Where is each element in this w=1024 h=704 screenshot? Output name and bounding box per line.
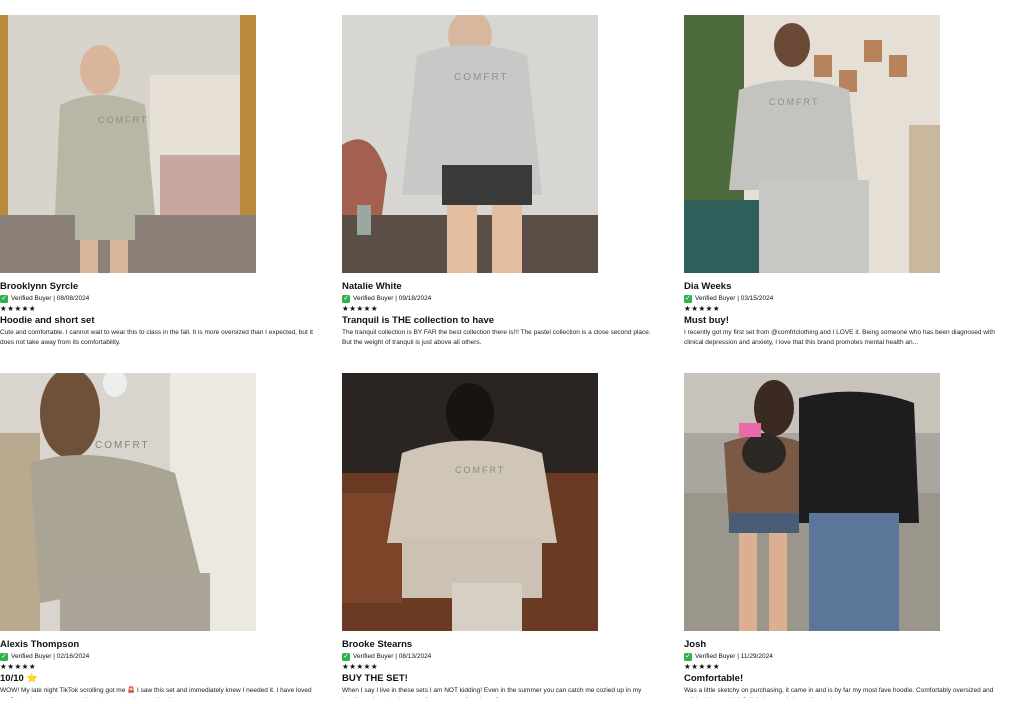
- verified-check-icon: ✓: [342, 652, 350, 661]
- review-meta: Dia Weeks ✓ Verified Buyer | 03/15/2024 …: [684, 281, 1004, 348]
- svg-text:COMFRT: COMFRT: [455, 465, 505, 475]
- reviewer-name: Alexis Thompson: [0, 639, 80, 650]
- verified-check-icon: ✓: [342, 294, 350, 303]
- review-photo-image: COMFRT: [342, 15, 598, 273]
- verified-buyer: ✓ Verified Buyer | 09/18/2024: [342, 294, 662, 303]
- review-title: 10/10 ⭐: [0, 673, 39, 684]
- review-body: WOW! My late night TikTok scrolling got …: [0, 687, 312, 698]
- verified-check-icon: ✓: [0, 294, 8, 303]
- verified-buyer: ✓ Verified Buyer | 02/16/2024: [0, 652, 320, 661]
- star-rating: ★★★★★: [0, 304, 37, 313]
- review-meta: Brooke Stearns ✓ Verified Buyer | 08/13/…: [342, 639, 662, 698]
- review-title: Must buy!: [684, 315, 729, 326]
- verified-check-icon: ✓: [684, 652, 692, 661]
- verified-check-icon: ✓: [684, 294, 692, 303]
- review-body: The tranquil collection is BY FAR the be…: [342, 329, 651, 346]
- verified-text: Verified Buyer | 11/29/2024: [695, 653, 773, 660]
- star-rating: ★★★★★: [0, 662, 37, 671]
- star-rating: ★★★★★: [684, 662, 721, 671]
- review-body: Cute and comfortable. I cannot wait to w…: [0, 329, 313, 346]
- review-meta: Brooklynn Syrcle ✓ Verified Buyer | 08/0…: [0, 281, 320, 348]
- review-photo[interactable]: COMFRT: [0, 373, 256, 631]
- verified-buyer: ✓ Verified Buyer | 08/13/2024: [342, 652, 662, 661]
- reviewer-name: Josh: [684, 639, 707, 650]
- verified-text: Verified Buyer | 08/08/2024: [11, 295, 90, 302]
- verified-text: Verified Buyer | 09/18/2024: [353, 295, 432, 302]
- review-photo-image: COMFRT: [342, 373, 598, 631]
- reviewer-name: Brooke Stearns: [342, 639, 413, 650]
- review-body: I recently got my first set from @comfrt…: [684, 329, 995, 346]
- review-meta: Natalie White ✓ Verified Buyer | 09/18/2…: [342, 281, 662, 348]
- svg-text:COMFRT: COMFRT: [454, 72, 509, 83]
- reviewer-name: Natalie White: [342, 281, 402, 292]
- star-rating: ★★★★★: [342, 662, 379, 671]
- review-photo[interactable]: COMFRT: [684, 15, 940, 273]
- verified-text: Verified Buyer | 02/16/2024: [11, 653, 90, 660]
- review-title: BUY THE SET!: [342, 673, 408, 684]
- review-title: Tranquil is THE collection to have: [342, 315, 495, 326]
- review-photo[interactable]: [684, 373, 940, 631]
- svg-text:COMFRT: COMFRT: [98, 115, 148, 125]
- review-body: Was a little sketchy on purchasing, it c…: [684, 687, 994, 698]
- verified-check-icon: ✓: [0, 652, 8, 661]
- review-meta: Josh ✓ Verified Buyer | 11/29/2024 ★★★★★…: [684, 639, 1004, 698]
- review-photo-image: COMFRT: [684, 15, 940, 273]
- svg-text:COMFRT: COMFRT: [769, 97, 819, 107]
- review-title: Comfortable!: [684, 673, 744, 684]
- verified-buyer: ✓ Verified Buyer | 11/29/2024: [684, 652, 1004, 661]
- review-photo-image: COMFRT: [0, 373, 256, 631]
- review-photo-image: COMFRT: [0, 15, 256, 273]
- review-photo[interactable]: COMFRT: [342, 373, 598, 631]
- review-meta: Alexis Thompson ✓ Verified Buyer | 02/16…: [0, 639, 320, 698]
- review-photo-image: [684, 373, 940, 631]
- reviewer-name: Dia Weeks: [684, 281, 732, 292]
- reviewer-name: Brooklynn Syrcle: [0, 281, 79, 292]
- verified-text: Verified Buyer | 03/15/2024: [695, 295, 774, 302]
- verified-text: Verified Buyer | 08/13/2024: [353, 653, 432, 660]
- star-rating: ★★★★★: [342, 304, 379, 313]
- svg-text:COMFRT: COMFRT: [95, 440, 150, 451]
- verified-buyer: ✓ Verified Buyer | 03/15/2024: [684, 294, 1004, 303]
- verified-buyer: ✓ Verified Buyer | 08/08/2024: [0, 294, 320, 303]
- review-photo[interactable]: COMFRT: [342, 15, 598, 273]
- star-rating: ★★★★★: [684, 304, 721, 313]
- review-title: Hoodie and short set: [0, 315, 95, 326]
- review-photo[interactable]: COMFRT: [0, 15, 256, 273]
- review-body: When I say I live in these sets I am NOT…: [342, 687, 642, 698]
